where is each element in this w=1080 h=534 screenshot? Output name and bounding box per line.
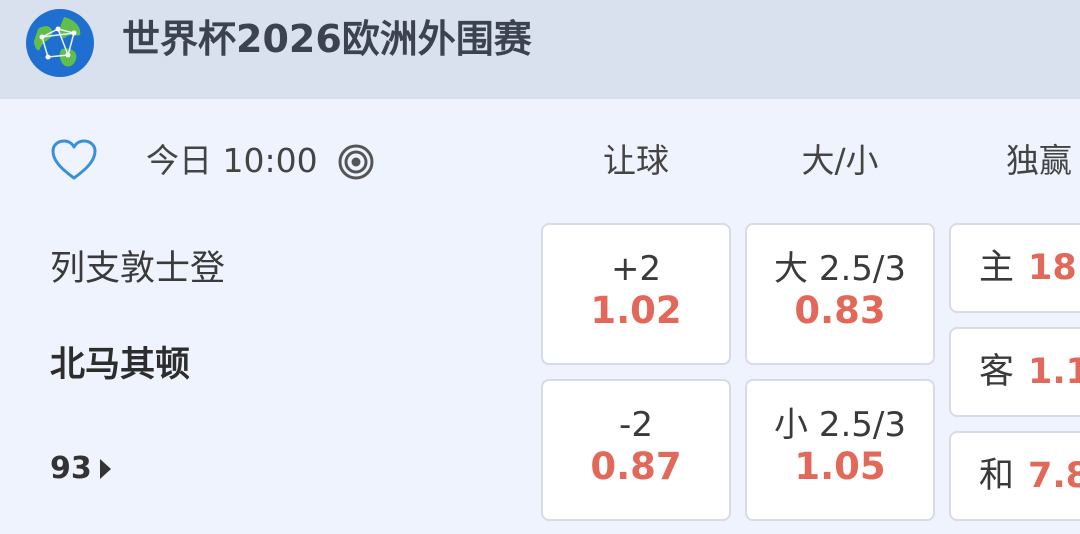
more-markets-link[interactable]: 93: [50, 451, 111, 487]
column-header-win: 独赢: [1006, 141, 1072, 180]
header-bar: 世界杯2026欧洲外围赛: [0, 0, 1080, 99]
odds-value: 1.02: [590, 289, 682, 332]
more-markets-count: 93: [50, 451, 92, 486]
odds-value: 0.87: [590, 445, 682, 488]
caret-right-icon: [99, 459, 111, 479]
odds-value: 7.8: [1028, 456, 1080, 496]
over-odds-button[interactable]: 大 2.5/3 0.83: [745, 223, 935, 365]
win-away-odds-button[interactable]: 客 1.1: [949, 327, 1080, 417]
league-title: 世界杯2026欧洲外围赛: [122, 17, 532, 61]
heart-icon[interactable]: [50, 138, 98, 182]
away-team: 北马其顿: [50, 345, 191, 385]
win-label: 和: [979, 456, 1015, 496]
match-time: 今日 10:00: [146, 141, 318, 180]
over-under-line: 大 2.5/3: [774, 249, 906, 289]
win-home-odds-button[interactable]: 主 18: [949, 223, 1080, 313]
draw-odds-button[interactable]: 和 7.8: [949, 431, 1080, 521]
win-label: 主: [979, 248, 1015, 288]
handicap-away-odds-button[interactable]: -2 0.87: [541, 379, 731, 521]
column-header-over-under: 大/小: [801, 141, 879, 180]
handicap-line: -2: [619, 405, 653, 445]
target-icon[interactable]: [337, 143, 375, 181]
handicap-home-odds-button[interactable]: +2 1.02: [541, 223, 731, 365]
home-team: 列支敦士登: [50, 249, 226, 289]
globe-icon: [26, 9, 94, 77]
handicap-line: +2: [610, 249, 662, 289]
column-header-handicap: 让球: [603, 141, 669, 180]
over-under-line: 小 2.5/3: [774, 405, 906, 445]
under-odds-button[interactable]: 小 2.5/3 1.05: [745, 379, 935, 521]
match-card[interactable]: 今日 10:00 让球 大/小 独赢 列支敦士登 北马其顿 93 +2 1.02…: [0, 99, 1080, 534]
odds-value: 1.1: [1028, 352, 1080, 392]
odds-value: 0.83: [794, 289, 886, 332]
odds-value: 18: [1028, 248, 1077, 288]
win-label: 客: [979, 352, 1015, 392]
odds-value: 1.05: [794, 445, 886, 488]
